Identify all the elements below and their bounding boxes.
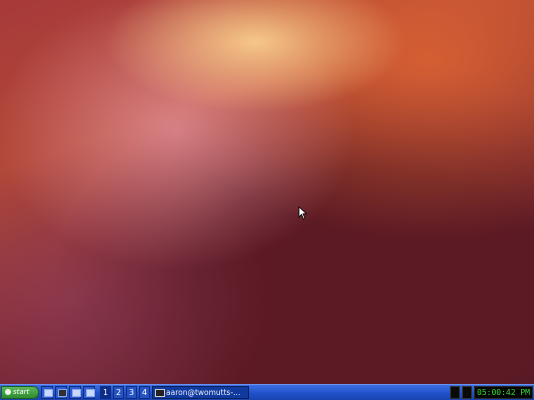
quick-launch-terminal-icon[interactable] — [55, 386, 67, 399]
terminal-icon — [155, 389, 165, 397]
clock[interactable]: 05:00:42 PM — [474, 386, 533, 399]
start-logo-icon — [5, 389, 11, 395]
tray-icon[interactable] — [450, 386, 460, 399]
quick-launch-window-2-icon[interactable] — [83, 386, 95, 399]
taskbar: start 1 2 3 4 aaron@twomutts-... 05:00:4… — [0, 384, 534, 400]
mouse-cursor-icon — [298, 206, 308, 220]
start-label: start — [13, 388, 30, 396]
quick-launch-monitor-icon[interactable] — [69, 386, 81, 399]
start-button[interactable]: start — [1, 386, 39, 399]
quick-launch-window-icon[interactable] — [41, 386, 53, 399]
task-title: aaron@twomutts-... — [166, 388, 241, 397]
workspace-3[interactable]: 3 — [126, 386, 137, 399]
taskbar-task-terminal[interactable]: aaron@twomutts-... — [152, 386, 249, 399]
desktop[interactable] — [0, 0, 534, 384]
workspace-1[interactable]: 1 — [100, 386, 111, 399]
workspace-2[interactable]: 2 — [113, 386, 124, 399]
tray-icon-2[interactable] — [462, 386, 472, 399]
workspace-4[interactable]: 4 — [139, 386, 150, 399]
